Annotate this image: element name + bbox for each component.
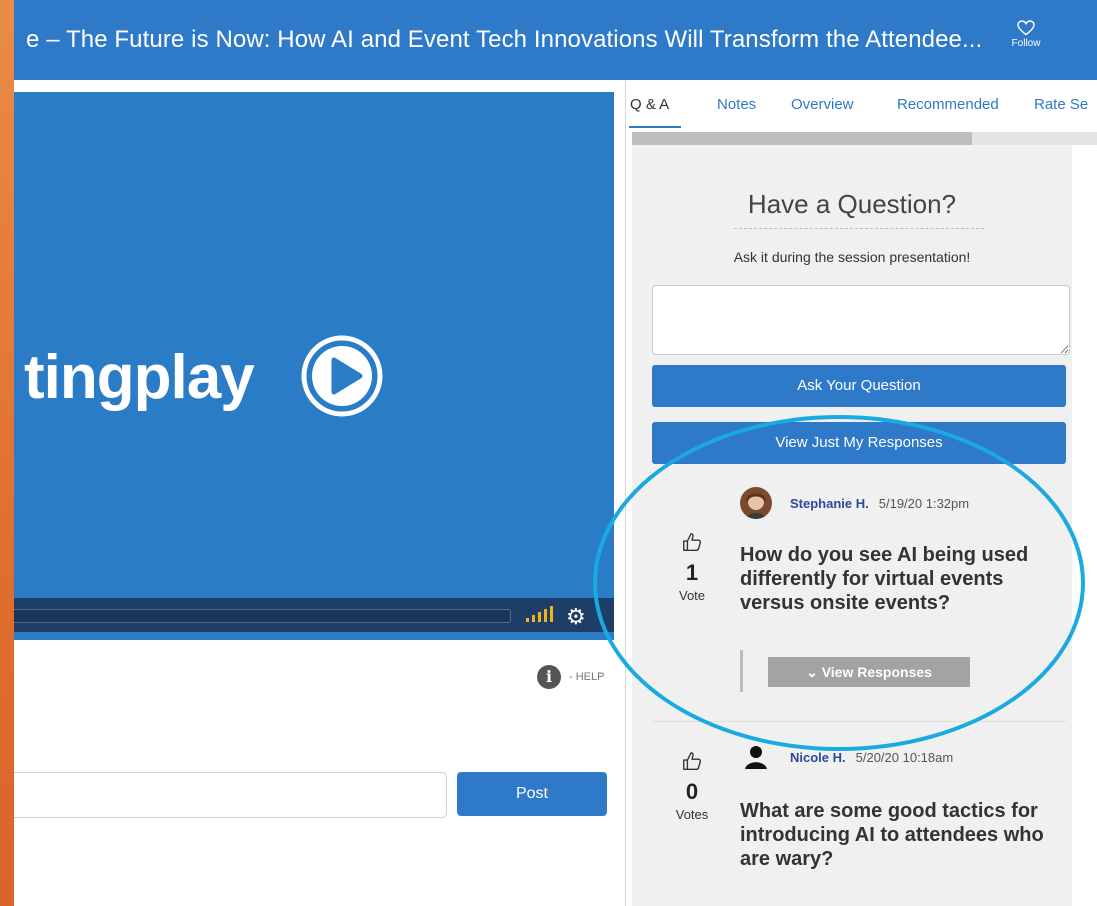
question-divider — [652, 721, 1066, 722]
session-title: e – The Future is Now: How AI and Event … — [26, 26, 983, 53]
background-stripe — [0, 0, 14, 906]
panel-edge — [1072, 145, 1097, 906]
play-icon[interactable] — [300, 334, 384, 418]
chevron-down-icon: ⌄ — [806, 664, 822, 680]
qa-panel: Have a Question? Ask it during the sessi… — [632, 145, 1072, 906]
question-author: Nicole H. 5/20/20 10:18am — [740, 741, 953, 773]
avatar — [740, 741, 772, 773]
video-controls: ⚙ — [14, 598, 614, 632]
vote-control[interactable]: 1 Vote — [670, 531, 714, 603]
heart-icon — [1017, 20, 1035, 36]
qa-subheading: Ask it during the session presentation! — [733, 249, 971, 265]
scrollbar-thumb[interactable] — [632, 132, 972, 145]
vote-count: 1 — [685, 560, 699, 585]
question-date: 5/20/20 10:18am — [855, 749, 954, 765]
tab-overview[interactable]: Overview — [791, 96, 854, 113]
content-panel: tingplay ⚙ i - HELP Post — [14, 80, 625, 906]
info-icon: i — [537, 665, 561, 689]
question-date: 5/19/20 1:32pm — [878, 495, 970, 511]
question-author: Stephanie H. 5/19/20 1:32pm — [740, 487, 969, 519]
comment-input[interactable] — [14, 772, 447, 818]
heading-underline — [734, 228, 984, 229]
follow-button[interactable]: Follow — [1004, 20, 1048, 49]
active-tab-indicator — [629, 126, 681, 128]
follow-label: Follow — [1011, 38, 1041, 49]
video-progress-bar[interactable] — [14, 609, 511, 623]
thumbs-up-icon[interactable] — [681, 531, 703, 553]
tab-notes[interactable]: Notes — [717, 96, 756, 113]
vote-count: 0 — [685, 779, 699, 804]
author-name[interactable]: Nicole H. — [790, 750, 846, 765]
sidebar-panel: Q & A Notes Overview Recommended Rate Se… — [625, 80, 1097, 906]
tab-qa[interactable]: Q & A — [630, 96, 669, 113]
player-brand-logo: tingplay — [24, 343, 255, 412]
ask-question-button[interactable]: Ask Your Question — [652, 365, 1066, 407]
view-responses-button[interactable]: ⌄ View Responses — [768, 657, 970, 687]
help-label: - HELP — [569, 671, 605, 683]
view-responses-label: View Responses — [821, 664, 932, 680]
question-textarea[interactable] — [652, 285, 1070, 355]
question-card: Stephanie H. 5/19/20 1:32pm 1 Vote How d… — [652, 475, 1066, 715]
vote-label: Votes — [675, 807, 709, 822]
avatar — [740, 487, 772, 519]
vote-label: Vote — [678, 588, 706, 603]
help-link[interactable]: i - HELP — [537, 665, 604, 689]
tab-recommended[interactable]: Recommended — [897, 96, 999, 113]
question-text: How do you see AI being used differently… — [740, 544, 1029, 614]
tab-rate-session[interactable]: Rate Se — [1034, 96, 1088, 113]
post-button[interactable]: Post — [457, 772, 607, 816]
question-card: Nicole H. 5/20/20 10:18am 0 Votes What a… — [652, 725, 1066, 906]
signal-quality-icon[interactable] — [526, 606, 554, 622]
settings-gear-icon[interactable]: ⚙ — [566, 604, 586, 630]
qa-heading: Have a Question? — [747, 189, 957, 219]
view-my-responses-button[interactable]: View Just My Responses — [652, 422, 1066, 464]
author-name[interactable]: Stephanie H. — [790, 496, 869, 511]
question-text: What are some good tactics for introduci… — [740, 800, 1044, 870]
responses-divider — [740, 650, 743, 692]
session-header: e – The Future is Now: How AI and Event … — [14, 0, 1097, 80]
thumbs-up-icon[interactable] — [681, 750, 703, 772]
vote-control[interactable]: 0 Votes — [670, 750, 714, 822]
video-player[interactable]: tingplay ⚙ — [14, 92, 614, 640]
sidebar-tabs: Q & A Notes Overview Recommended Rate Se — [626, 80, 1097, 130]
